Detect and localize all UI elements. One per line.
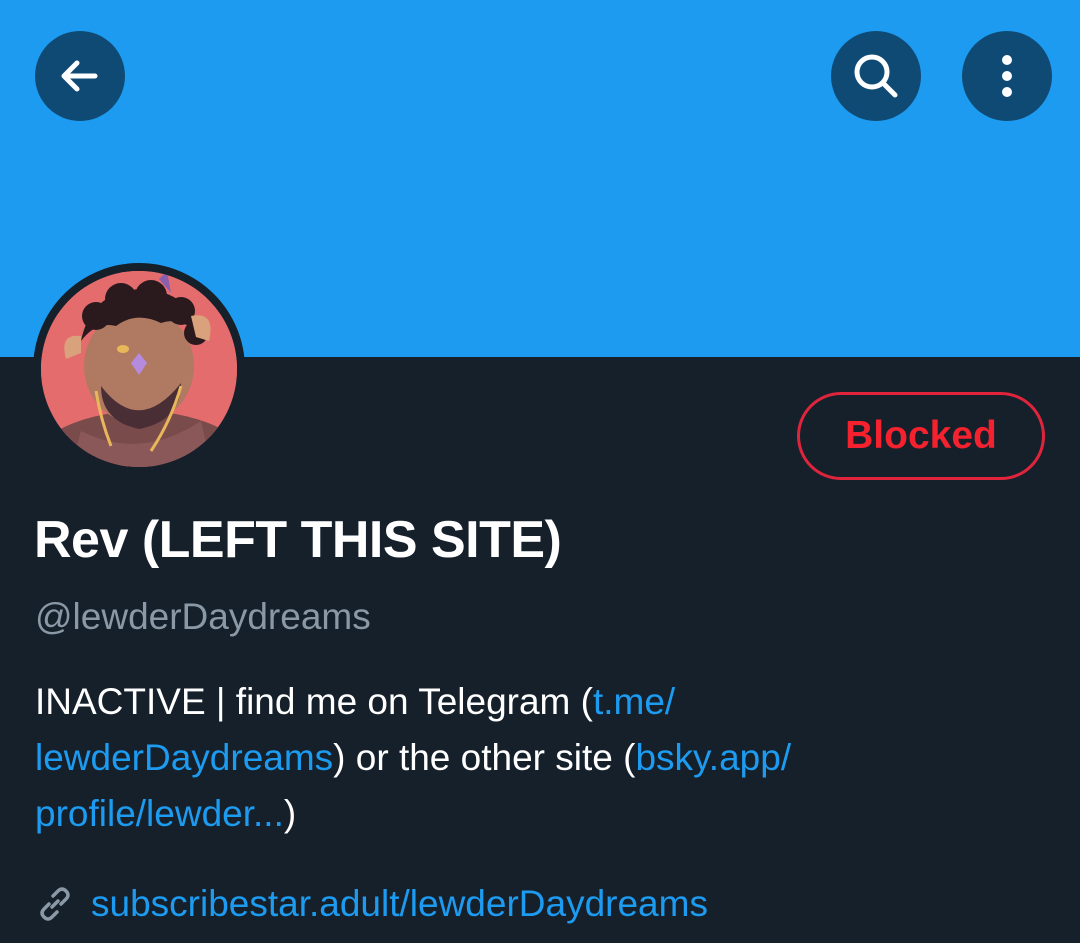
website-row[interactable]: subscribestar.adult/lewderDaydreams [35,876,708,932]
blocked-button[interactable]: Blocked [797,392,1045,480]
bio-line-2: lewderDaydreams) or the other site (bsky… [35,730,1035,786]
website-link[interactable]: subscribestar.adult/lewderDaydreams [91,883,708,925]
search-icon [854,54,898,98]
link-icon [40,887,70,921]
avatar-image [41,271,237,467]
bsky-link[interactable]: bsky.app/ [635,737,791,778]
telegram-link-cont[interactable]: lewderDaydreams [35,737,333,778]
search-button[interactable] [831,31,921,121]
more-options-button[interactable] [962,31,1052,121]
bio-text: ) [283,793,297,834]
more-vertical-icon [1002,55,1012,97]
back-button[interactable] [35,31,125,121]
telegram-link[interactable]: t.me/ [593,681,675,722]
bio-line-1: INACTIVE | find me on Telegram (t.me/ [35,674,1035,730]
avatar[interactable] [33,263,245,475]
user-handle: @lewderDaydreams [35,596,371,637]
bio-text: ) or the other site ( [333,737,636,778]
profile-bio: INACTIVE | find me on Telegram (t.me/ le… [35,674,1035,842]
bio-text: INACTIVE | find me on Telegram ( [35,681,593,722]
display-name: Rev (LEFT THIS SITE) [34,511,562,569]
bsky-link-cont[interactable]: profile/lewder... [35,793,284,834]
bio-line-3: profile/lewder...) [35,786,1035,842]
arrow-left-icon [61,60,98,92]
